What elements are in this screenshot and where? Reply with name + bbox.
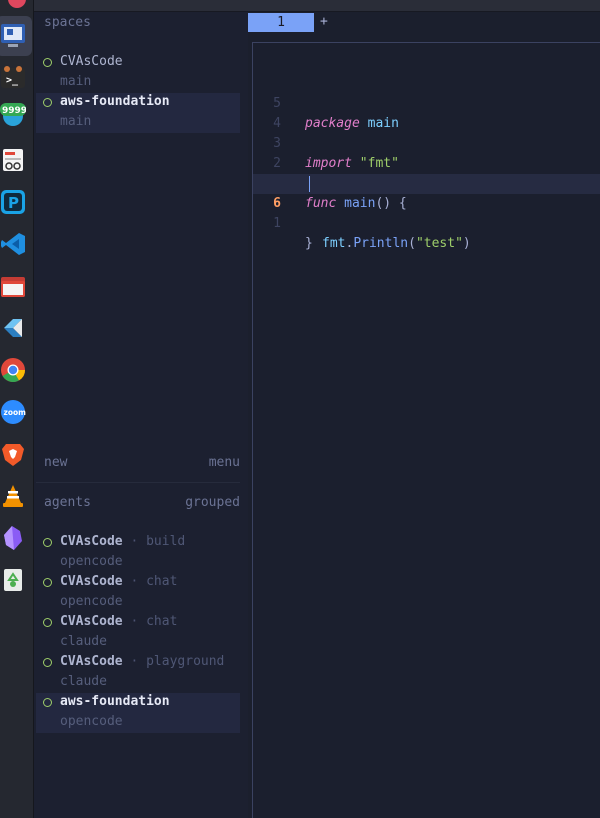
files-icon[interactable] [0, 273, 26, 299]
stack-icon[interactable] [0, 315, 26, 341]
agent-item[interactable]: CVAsCode · chat claude [36, 613, 240, 653]
space-branch: main [60, 114, 92, 129]
indent-guide [309, 176, 310, 192]
code-line: 1 func main() { [253, 154, 600, 211]
agent-item-selected[interactable]: aws-foundation opencode [36, 693, 240, 733]
status-dot-icon [43, 578, 52, 587]
space-item-selected[interactable]: aws-foundation main [36, 93, 240, 133]
agents-heading: agents [44, 495, 91, 510]
agent-space-name: CVAsCode · playground [60, 654, 225, 669]
svg-text:P: P [8, 194, 19, 212]
punctuation: } [305, 236, 313, 251]
zoom-icon[interactable]: zoom [0, 399, 26, 425]
status-dot-icon [43, 58, 52, 67]
agent-space-name: CVAsCode · chat [60, 614, 178, 629]
agent-item[interactable]: CVAsCode · build opencode [36, 533, 240, 573]
string-literal: "test" [415, 236, 463, 251]
code-line: 5 package main [253, 74, 600, 131]
code-line-current: 6 fmt.Println("test") [253, 174, 600, 251]
agent-type: opencode [60, 714, 123, 729]
code-line: 1 } [253, 194, 600, 251]
window-top-bar [34, 0, 600, 12]
vlc-icon[interactable] [0, 483, 26, 509]
telegram-icon[interactable]: 9999 [0, 100, 26, 126]
obsidian-icon[interactable] [0, 525, 26, 551]
section-divider [36, 482, 240, 483]
terminal-icon[interactable]: >_ [0, 64, 26, 90]
agent-type: opencode [60, 594, 123, 609]
agent-item[interactable]: CVAsCode · chat opencode [36, 573, 240, 613]
spaces-heading: spaces [44, 15, 91, 30]
power-icon[interactable] [4, 0, 30, 16]
agent-space-name: CVAsCode · chat [60, 574, 178, 589]
space-name: aws-foundation [60, 94, 170, 109]
menu-button[interactable]: menu [209, 455, 240, 470]
code-line: 3 import "fmt" [253, 114, 600, 171]
add-tab-button[interactable]: + [320, 14, 328, 29]
code-line: 4 [253, 94, 600, 131]
function-call: Println [353, 236, 409, 251]
package-ref: fmt [322, 236, 346, 251]
chrome-icon[interactable] [0, 357, 26, 383]
agent-space-name: aws-foundation [60, 694, 170, 709]
agent-type: claude [60, 634, 107, 649]
code-line: 2 [253, 134, 600, 171]
space-branch: main [60, 74, 92, 89]
status-dot-icon [43, 658, 52, 667]
agent-item[interactable]: CVAsCode · playground claude [36, 653, 240, 693]
space-item[interactable]: CVAsCode main [36, 53, 240, 93]
app-dock: >_ 9999 P zoom [0, 0, 34, 818]
agent-type: opencode [60, 554, 123, 569]
agent-type: claude [60, 674, 107, 689]
status-dot-icon [43, 98, 52, 107]
status-dot-icon [43, 698, 52, 707]
document-viewer-icon[interactable] [0, 147, 26, 173]
svg-text:9999: 9999 [2, 106, 26, 116]
space-name: CVAsCode [60, 54, 123, 69]
grouped-toggle[interactable]: grouped [185, 495, 240, 510]
line-number: 1 [273, 216, 281, 231]
brave-icon[interactable] [0, 441, 26, 467]
screen-settings-icon[interactable] [0, 22, 26, 48]
tab-1[interactable]: 1 [248, 13, 314, 32]
svg-text:>_: >_ [6, 75, 19, 86]
code-editor[interactable]: 5 package main 4 3 import "fmt" 2 1 func… [252, 42, 600, 818]
agent-space-name: CVAsCode · build [60, 534, 186, 549]
status-dot-icon [43, 538, 52, 547]
svg-text:zoom: zoom [4, 408, 27, 417]
status-dot-icon [43, 618, 52, 627]
recycle-icon[interactable] [0, 567, 26, 593]
vscode-icon[interactable] [0, 231, 26, 257]
new-space-button[interactable]: new [44, 455, 67, 470]
pcloud-icon[interactable]: P [0, 189, 26, 215]
